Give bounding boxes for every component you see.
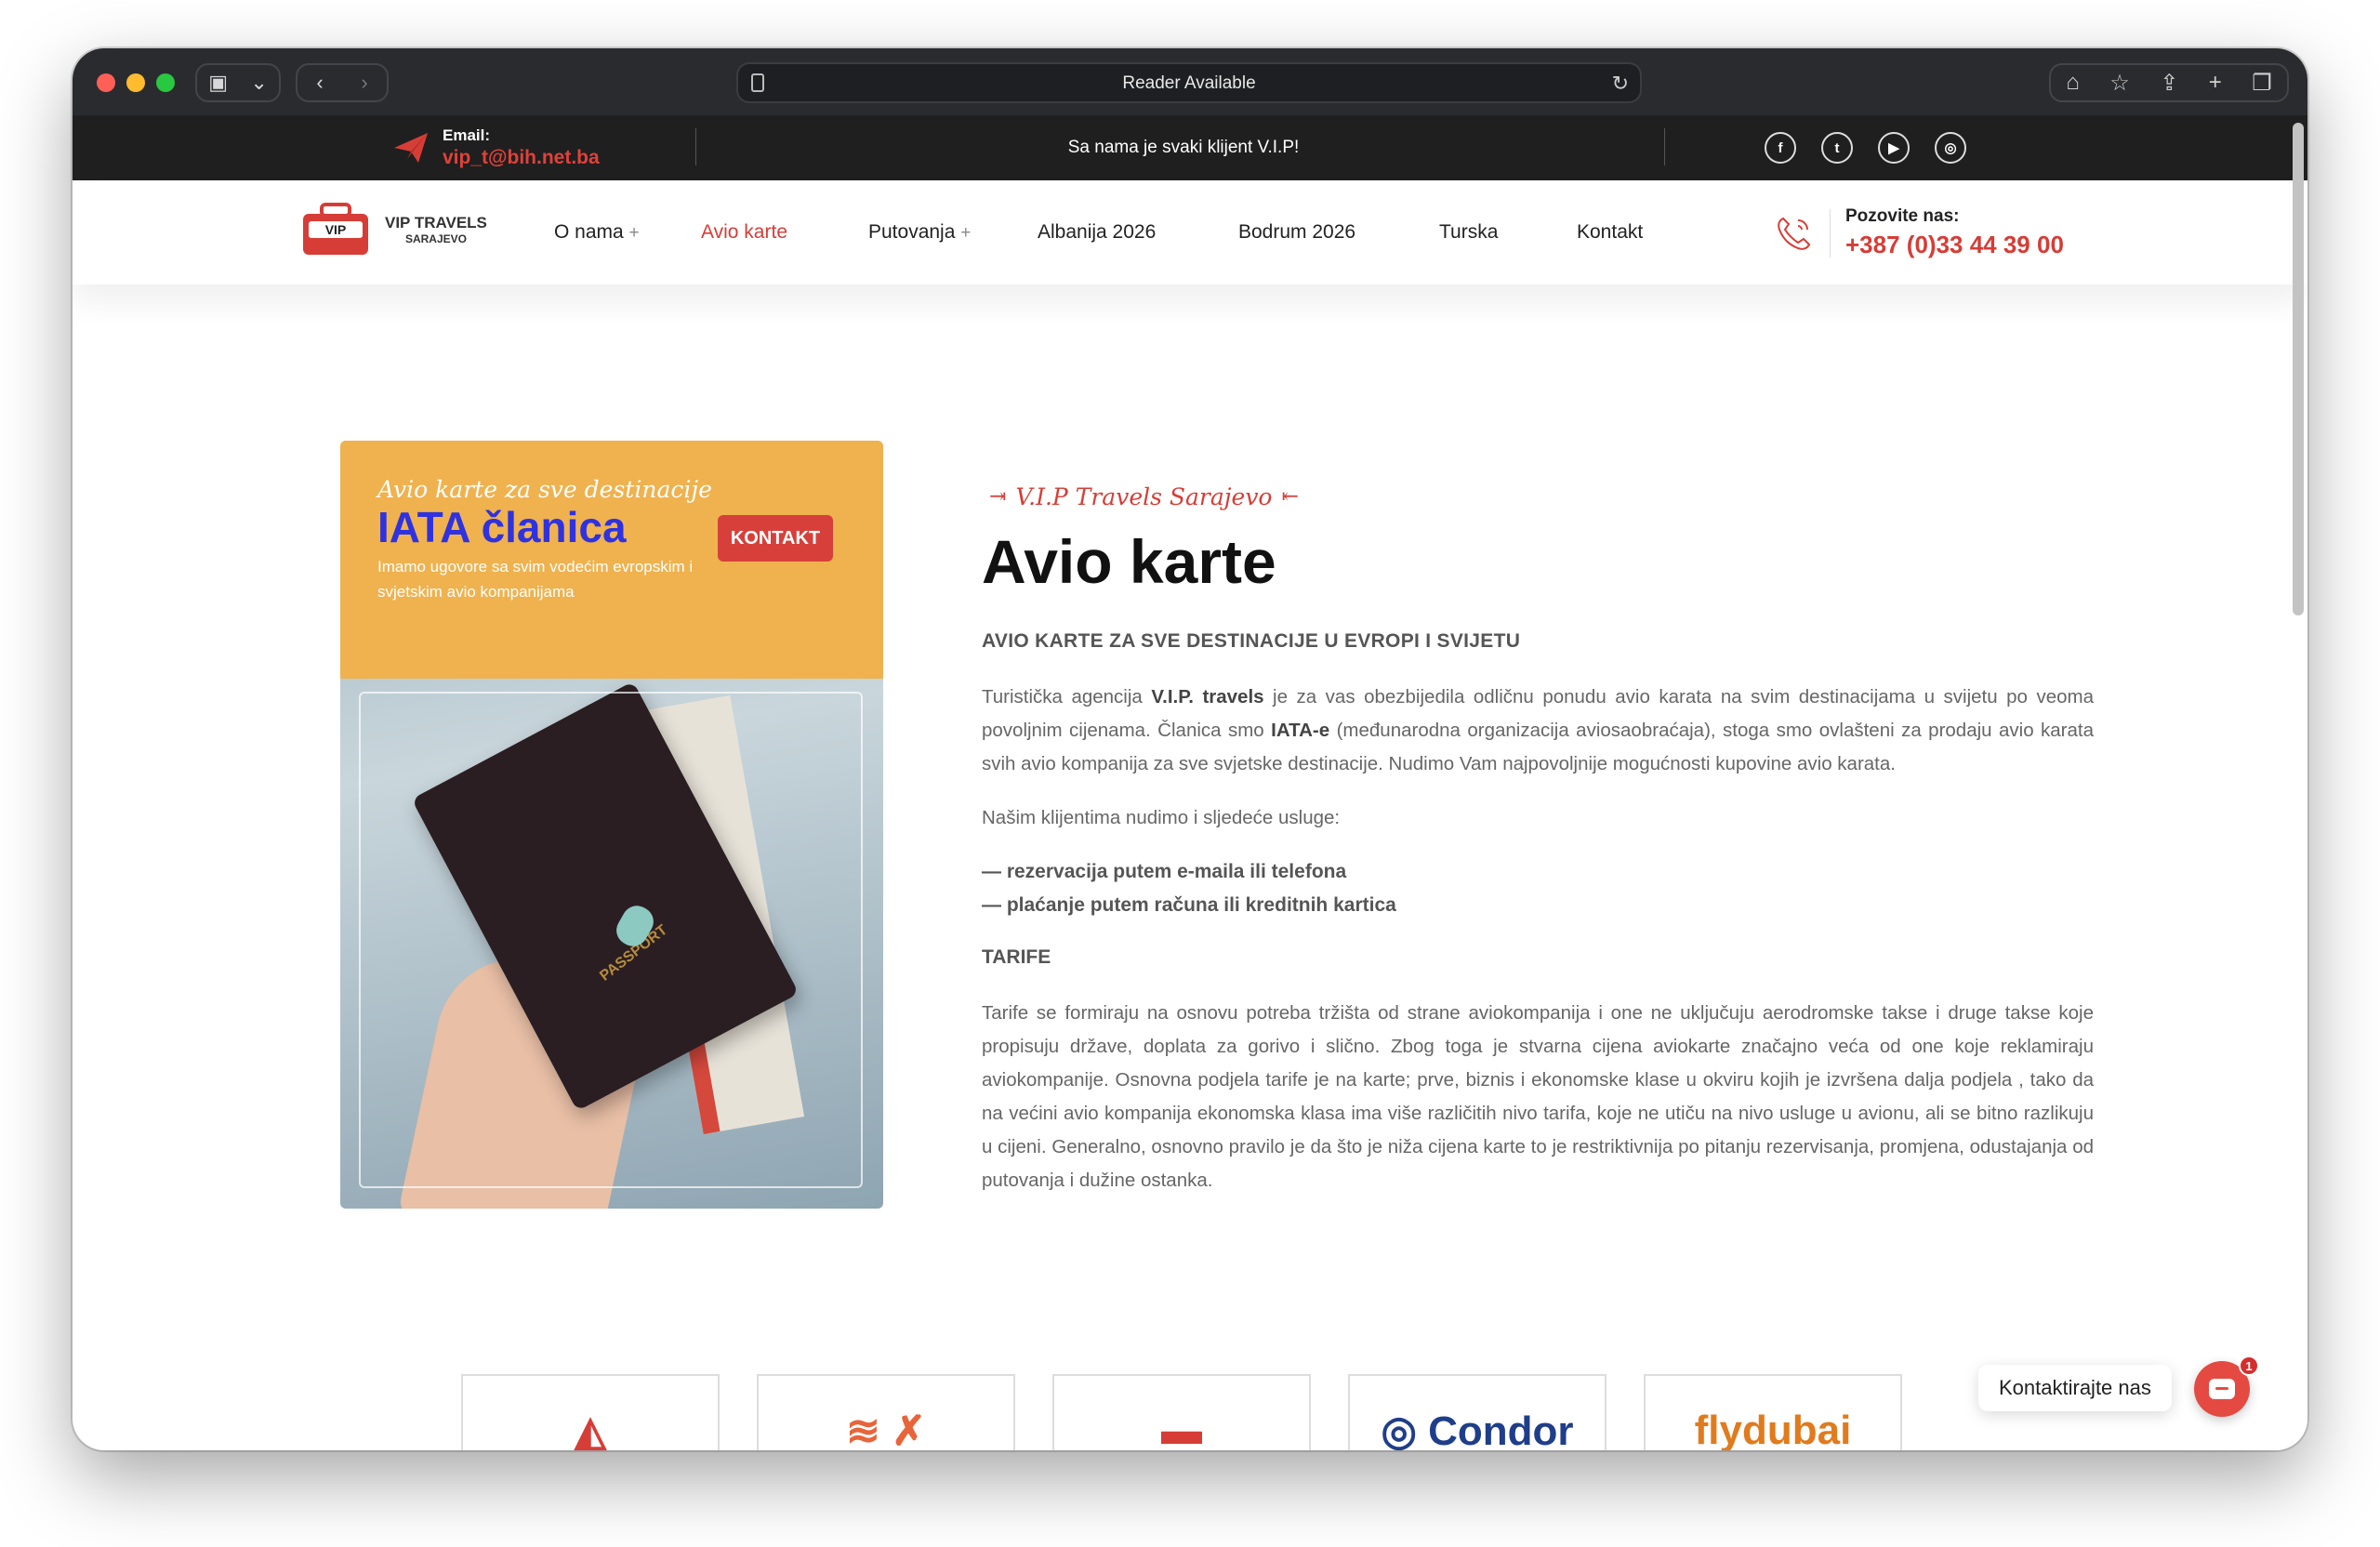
- kicker-text: V.I.P Travels Sarajevo: [1015, 483, 1273, 510]
- new-tab-icon[interactable]: +: [2209, 70, 2222, 96]
- phone-icon: [1774, 213, 1815, 254]
- chat-notification-badge: 1: [2239, 1355, 2259, 1376]
- main-navbar: VIP VIP TRAVELS SARAJEVO O nama + Avio k…: [73, 180, 2307, 284]
- arrow-left-icon: ⇤: [1281, 485, 1299, 509]
- arrow-right-icon: ⇥: [989, 485, 1007, 509]
- site-topbar: Email: vip_t@bih.net.ba Sa nama je svaki…: [73, 115, 2307, 180]
- nav-item-label: O nama: [554, 221, 624, 243]
- nav-item-putovanja[interactable]: Putovanja +: [868, 221, 971, 244]
- phone-block[interactable]: Pozovite nas: +387 (0)33 44 39 00: [1774, 206, 2064, 259]
- intro-text: Turistička agencija: [982, 686, 1152, 707]
- promo-banner: PASSPORT Avio karte za sve destinacije I…: [340, 441, 883, 1209]
- nav-item-kontakt[interactable]: Kontakt: [1577, 221, 1643, 244]
- airline-logo[interactable]: ≋ ✗: [757, 1374, 1015, 1450]
- nav-item-o-nama[interactable]: O nama +: [554, 221, 640, 244]
- close-window-button[interactable]: [97, 73, 115, 92]
- address-text: Reader Available: [1122, 73, 1256, 93]
- nav-item-label: Bodrum 2026: [1238, 221, 1356, 243]
- twitter-icon[interactable]: t: [1821, 132, 1853, 164]
- promo-title: IATA članica: [377, 503, 627, 551]
- airline-logo[interactable]: flydubai: [1644, 1374, 1902, 1450]
- intro-agency-name: V.I.P. travels: [1151, 686, 1264, 707]
- nav-item-albanija[interactable]: Albanija 2026: [1038, 221, 1156, 244]
- nav-item-bodrum[interactable]: Bodrum 2026: [1238, 221, 1355, 244]
- nav-item-label: Kontakt: [1577, 221, 1644, 243]
- share-icon[interactable]: ⇪: [2160, 70, 2178, 97]
- promo-subtitle: Imamo ugovore sa svim vodećim evropskim …: [377, 558, 694, 601]
- email-label: Email:: [443, 126, 491, 144]
- minimize-window-button[interactable]: [126, 73, 145, 92]
- nav-item-label: Avio karte: [701, 221, 787, 243]
- site-logo[interactable]: VIP VIP TRAVELS SARAJEVO: [296, 201, 487, 258]
- page-title: Avio karte: [982, 527, 1276, 596]
- airline-mark: flydubai: [1694, 1408, 1852, 1450]
- email-link[interactable]: vip_t@bih.net.ba: [443, 147, 600, 169]
- nav-item-label: Albanija 2026: [1038, 221, 1157, 243]
- bookmark-star-icon[interactable]: ☆: [2109, 70, 2130, 97]
- svg-text:VIP: VIP: [325, 222, 347, 237]
- tarife-heading: TARIFE: [982, 946, 1051, 968]
- zoom-window-button[interactable]: [156, 73, 175, 92]
- topbar-divider: [1664, 128, 1665, 165]
- plus-icon: +: [960, 223, 972, 243]
- promo-kontakt-button[interactable]: KONTAKT: [718, 515, 833, 562]
- airline-mark: ◎ Condor: [1381, 1408, 1574, 1450]
- section-lead: AVIO KARTE ZA SVE DESTINACIJE U EVROPI I…: [982, 630, 1521, 652]
- social-links: f t ▶ ◎: [1765, 132, 1966, 164]
- list-item: — rezervacija putem e-maila ili telefona: [982, 861, 1347, 882]
- chat-bubble-icon: [2209, 1379, 2235, 1399]
- airline-logo[interactable]: ◭: [461, 1374, 720, 1450]
- airline-logo[interactable]: ▬: [1052, 1374, 1311, 1450]
- suitcase-logo-icon: VIP: [296, 201, 376, 258]
- intro-paragraph: Turistička agencija V.I.P. travels je za…: [982, 681, 2094, 781]
- home-icon[interactable]: ⌂: [2066, 70, 2080, 96]
- promo-frame: [359, 692, 863, 1188]
- services-list: — rezervacija putem e-maila ili telefona…: [982, 855, 1396, 922]
- phone-number[interactable]: +387 (0)33 44 39 00: [1845, 231, 2064, 259]
- reload-icon[interactable]: ↻: [1612, 72, 1629, 96]
- paper-plane-icon: [392, 129, 430, 166]
- page-scrollbar[interactable]: [2293, 123, 2304, 615]
- forward-icon[interactable]: ›: [361, 71, 367, 95]
- phone-label: Pozovite nas:: [1845, 206, 1960, 226]
- youtube-icon[interactable]: ▶: [1878, 132, 1910, 164]
- logo-name: VIP TRAVELS: [385, 214, 487, 231]
- airline-logos: ◭ ≋ ✗ ▬ ◎ Condor flydubai: [461, 1374, 1902, 1450]
- history-nav: ‹ ›: [296, 63, 389, 102]
- nav-item-label: Putovanja: [868, 221, 956, 243]
- nav-item-avio-karte[interactable]: Avio karte: [701, 221, 787, 244]
- airline-logo[interactable]: ◎ Condor: [1348, 1374, 1606, 1450]
- chat-label[interactable]: Kontaktirajte nas: [1978, 1365, 2172, 1411]
- tabs-overview-icon[interactable]: ❐: [2252, 70, 2272, 97]
- logo-city: SARAJEVO: [404, 232, 467, 245]
- email-block[interactable]: Email: vip_t@bih.net.ba: [392, 126, 600, 169]
- browser-toolbar: ▣ ⌄ ‹ › Reader Available ↻ ⌂ ☆ ⇪ + ❐: [73, 48, 2307, 115]
- tarife-paragraph: Tarife se formiraju na osnovu potreba tr…: [982, 1002, 2094, 1191]
- topbar-divider: [695, 128, 696, 165]
- address-bar[interactable]: Reader Available ↻: [736, 62, 1642, 103]
- browser-actions: ⌂ ☆ ⇪ + ❐: [2049, 63, 2289, 102]
- airline-mark: ◭: [575, 1408, 606, 1450]
- promo-header: Avio karte za sve destinacije IATA člani…: [340, 441, 883, 690]
- section-kicker: ⇥ V.I.P Travels Sarajevo ⇤: [989, 483, 1299, 510]
- airline-mark: ▬: [1161, 1408, 1202, 1450]
- services-intro: Našim klijentima nudimo i sljedeće uslug…: [982, 807, 1341, 828]
- list-item: — plaćanje putem računa ili kreditnih ka…: [982, 894, 1396, 916]
- promo-script: Avio karte za sve destinacije: [377, 476, 712, 503]
- chevron-down-icon: ⌄: [250, 71, 268, 94]
- phone-divider: [1830, 208, 1831, 258]
- instagram-icon[interactable]: ◎: [1935, 132, 1966, 164]
- airline-mark: ≋ ✗: [846, 1408, 926, 1450]
- plus-icon: +: [628, 223, 640, 243]
- facebook-icon[interactable]: f: [1765, 132, 1796, 164]
- back-icon[interactable]: ‹: [316, 71, 323, 95]
- sidebar-toggle-button[interactable]: ▣ ⌄: [195, 63, 281, 102]
- intro-iata: IATA-e: [1271, 720, 1330, 741]
- nav-item-label: Turska: [1439, 221, 1499, 243]
- browser-window: ▣ ⌄ ‹ › Reader Available ↻ ⌂ ☆ ⇪ + ❐ Ema…: [73, 48, 2307, 1450]
- sidebar-icon: ▣: [208, 71, 228, 94]
- nav-item-turska[interactable]: Turska: [1439, 221, 1498, 244]
- topbar-tagline: Sa nama je svaki klijent V.I.P!: [1067, 138, 1300, 157]
